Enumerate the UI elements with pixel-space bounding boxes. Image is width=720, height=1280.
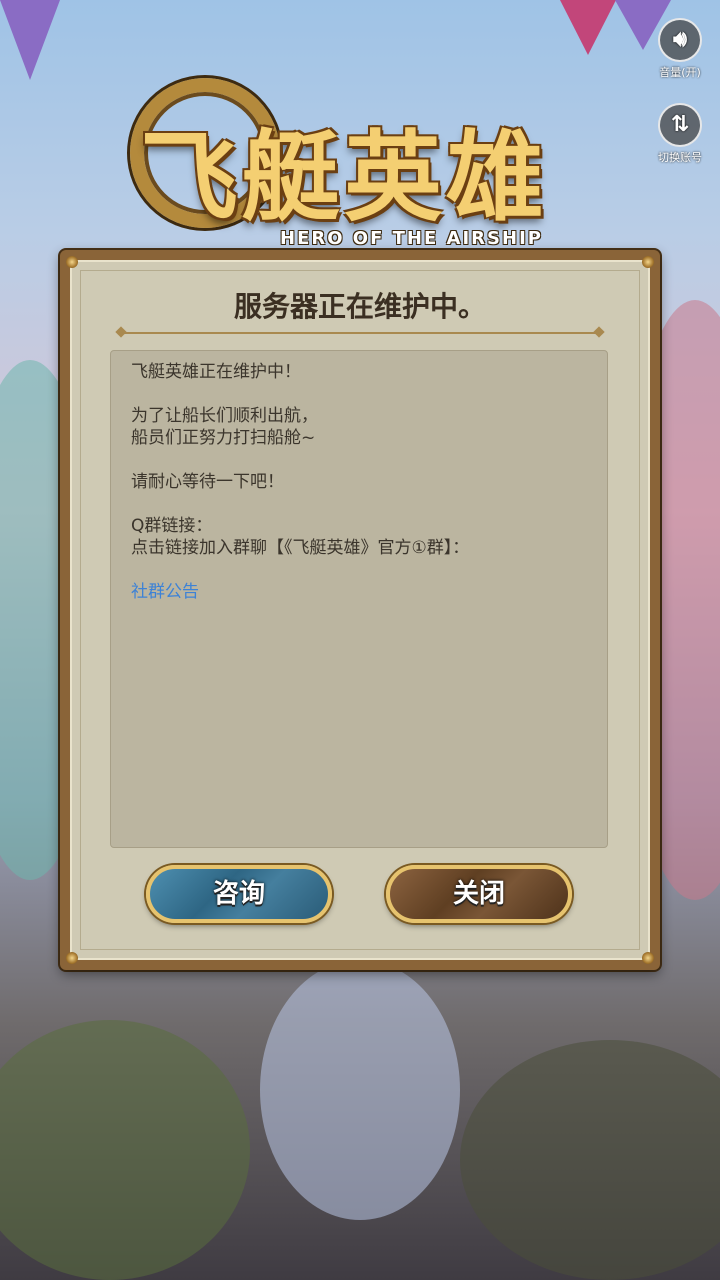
corner-rivet-icon: [66, 256, 78, 268]
notice-content: 飞艇英雄正在维护中！ 为了让船长们顺利出航， 船员们正努力打扫船舱~ 请耐心等待…: [110, 350, 608, 848]
switch-arrows-icon: ⇅: [658, 103, 702, 147]
qq-group-label: Q群链接：: [131, 516, 213, 536]
game-logo: 飞艇英雄 HERO OF THE AIRSHIP: [90, 48, 620, 253]
qq-group-instruction: 点击链接加入群聊【《飞艇英雄》官方①群】：: [131, 538, 470, 558]
corner-rivet-icon: [642, 256, 654, 268]
logo-subtitle: HERO OF THE AIRSHIP: [280, 228, 543, 249]
volume-button[interactable]: 🔊︎ 音量(开): [650, 18, 710, 80]
volume-label: 音量(开): [659, 66, 701, 79]
logo-title: 飞艇英雄: [140, 120, 549, 235]
notice-line: 飞艇英雄正在维护中！: [131, 362, 301, 382]
corner-rivet-icon: [66, 952, 78, 964]
corner-rivet-icon: [642, 952, 654, 964]
switch-account-label: 切换账号: [658, 151, 702, 164]
notice-paragraph: Q群链接： 点击链接加入群聊【《飞艇英雄》官方①群】：: [131, 515, 587, 559]
consult-button[interactable]: 咨询: [146, 865, 332, 923]
notice-line: 请耐心等待一下吧！: [131, 472, 284, 492]
close-button[interactable]: 关闭: [386, 865, 572, 923]
speaker-icon: 🔊︎: [658, 18, 702, 62]
notice-line: 船员们正努力打扫船舱~: [131, 428, 316, 448]
notice-paragraph: 为了让船长们顺利出航， 船员们正努力打扫船舱~: [131, 405, 587, 449]
switch-account-button[interactable]: ⇅ 切换账号: [650, 103, 710, 165]
notice-line: 为了让船长们顺利出航，: [131, 406, 318, 426]
community-notice-link[interactable]: 社群公告: [131, 582, 199, 602]
title-divider: [123, 332, 597, 334]
dialog-title: 服务器正在维护中。: [233, 290, 486, 323]
maintenance-dialog: 服务器正在维护中。 飞艇英雄正在维护中！ 为了让船长们顺利出航， 船员们正努力打…: [60, 250, 660, 970]
